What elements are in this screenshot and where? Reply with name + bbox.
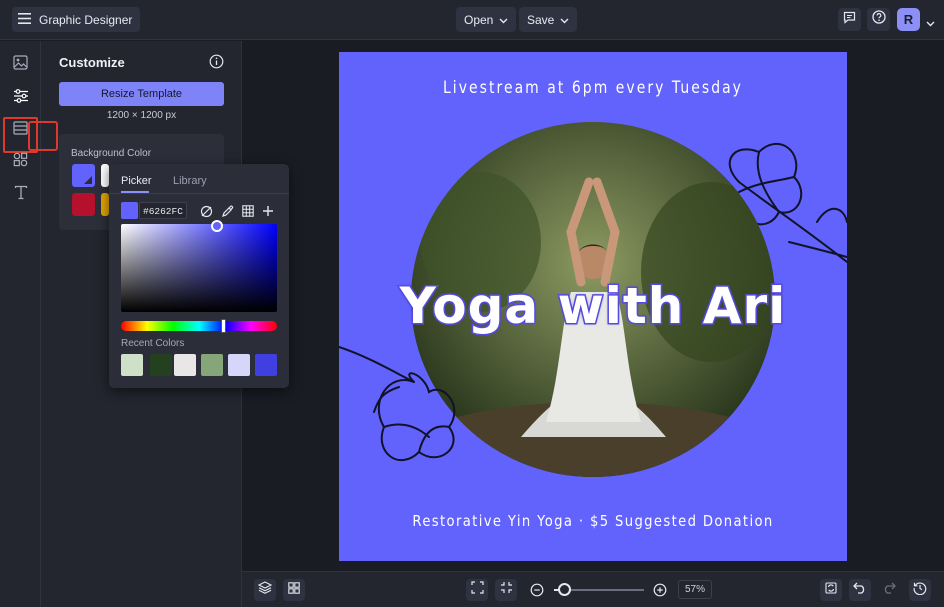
swap-button[interactable] [820, 579, 842, 601]
background-color-label: Background Color [71, 148, 152, 159]
recent-color-swatch[interactable] [150, 354, 172, 376]
open-label: Open [464, 12, 494, 27]
no-color-icon[interactable] [198, 203, 214, 219]
layers-icon [257, 581, 273, 599]
sliders-icon[interactable] [10, 85, 31, 106]
chevron-down-icon [499, 13, 508, 27]
saturation-value-area[interactable] [121, 224, 277, 312]
current-color-swatch [121, 202, 138, 219]
recent-color-swatch[interactable] [121, 354, 143, 376]
tabs-divider [109, 193, 289, 194]
background-swatch[interactable] [101, 164, 109, 187]
panel-title: Customize [59, 55, 125, 70]
layers-button[interactable] [254, 579, 276, 601]
info-icon[interactable] [209, 54, 224, 74]
swap-icon [824, 581, 838, 600]
background-swatch[interactable] [72, 193, 95, 216]
app-menu-button[interactable]: Graphic Designer [12, 7, 141, 32]
help-icon [871, 10, 886, 29]
recent-color-swatch[interactable] [174, 354, 196, 376]
zoom-slider-handle[interactable] [558, 583, 571, 596]
selected-swatch-highlight [28, 121, 58, 151]
resize-template-button[interactable]: Resize Template [59, 82, 224, 106]
hex-input[interactable]: #6262FC [139, 202, 187, 219]
fit-screen-icon [470, 581, 484, 599]
grid-icon [288, 581, 300, 599]
collapse-icon [500, 581, 513, 599]
history-icon [913, 581, 927, 600]
open-button[interactable]: Open [456, 7, 517, 32]
redo-button[interactable] [878, 579, 900, 601]
zoom-out-icon[interactable] [530, 583, 544, 602]
color-picker-popup: Picker Library #6262FC Recent Colors [109, 164, 289, 388]
actual-size-button[interactable] [495, 579, 517, 601]
help-button[interactable] [867, 8, 890, 31]
save-button[interactable]: Save [519, 7, 578, 32]
grid-view-button[interactable] [283, 579, 305, 601]
recent-colors-label: Recent Colors [121, 338, 185, 349]
avatar[interactable]: R [897, 8, 920, 31]
chevron-down-icon[interactable] [926, 14, 935, 32]
recent-color-swatch[interactable] [255, 354, 277, 376]
grid-icon[interactable] [240, 203, 256, 219]
hamburger-icon [18, 12, 31, 27]
design-headline[interactable]: Yoga with Ari [339, 276, 847, 337]
zoom-in-icon[interactable] [653, 583, 667, 602]
bottom-bar: 57% [242, 571, 944, 607]
background-swatch-current[interactable] [72, 164, 95, 187]
eyedropper-icon[interactable] [219, 203, 235, 219]
comment-icon [843, 11, 856, 29]
background-swatch[interactable] [101, 193, 109, 216]
comments-button[interactable] [838, 8, 861, 31]
tab-library[interactable]: Library [173, 175, 207, 187]
save-label: Save [527, 12, 555, 27]
undo-button[interactable] [849, 579, 871, 601]
elements-icon[interactable] [10, 149, 31, 170]
app-title: Graphic Designer [39, 12, 133, 27]
saturation-handle[interactable] [211, 220, 223, 232]
chevron-down-icon [560, 13, 569, 27]
tab-picker[interactable]: Picker [121, 175, 152, 187]
redo-icon [882, 581, 896, 599]
template-dimensions: 1200 × 1200 px [106, 110, 177, 121]
undo-icon [853, 581, 867, 599]
text-icon[interactable] [10, 182, 31, 203]
design-bottom-text[interactable]: Restorative Yin Yoga · $5 Suggested Dona… [377, 512, 809, 530]
design-canvas[interactable]: Livestream at 6pm every Tuesday Yoga wit… [339, 52, 847, 561]
zoom-level[interactable]: 57% [678, 580, 712, 599]
history-button[interactable] [909, 579, 931, 601]
fit-screen-button[interactable] [466, 579, 488, 601]
add-color-icon[interactable] [260, 203, 276, 219]
recent-color-swatch[interactable] [201, 354, 223, 376]
hue-slider[interactable] [121, 321, 277, 331]
top-bar: Graphic Designer Open Save R [0, 0, 944, 40]
recent-color-swatch[interactable] [228, 354, 250, 376]
image-icon[interactable] [10, 52, 31, 73]
hue-slider-handle[interactable] [221, 319, 227, 333]
